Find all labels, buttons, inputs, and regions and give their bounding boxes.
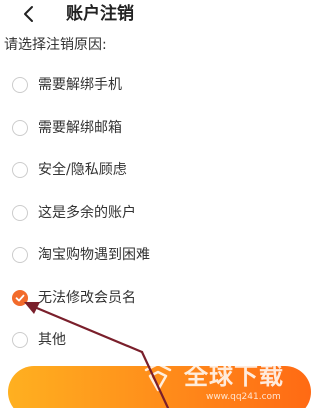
watermark-text: 全球下载 — [184, 362, 284, 390]
radio-unchecked-icon[interactable] — [12, 247, 28, 264]
reason-option-redundant-account[interactable]: 这是多余的账户 — [0, 192, 319, 235]
radio-unchecked-icon[interactable] — [12, 162, 28, 179]
radio-unchecked-icon[interactable] — [12, 204, 28, 221]
account-cancellation-screen: 账户注销 请选择注销原因: 需要解绑手机 需要解绑邮箱 安全/隐私顾虑 这是多余… — [0, 0, 319, 408]
radio-unchecked-icon[interactable] — [12, 77, 28, 94]
reason-prompt: 请选择注销原因: — [4, 37, 107, 53]
reason-label: 其他 — [38, 332, 66, 349]
reason-option-other[interactable]: 其他 — [0, 319, 319, 362]
radio-unchecked-icon[interactable] — [12, 119, 28, 136]
watermark-logo-icon — [144, 362, 172, 392]
reason-label: 安全/隐私顾虑 — [38, 162, 127, 179]
reason-label: 需要解绑邮箱 — [38, 119, 122, 136]
page-title: 账户注销 — [66, 4, 134, 24]
reason-list: 需要解绑手机 需要解绑邮箱 安全/隐私顾虑 这是多余的账户 淘宝购物遇到困难 无… — [0, 64, 319, 362]
reason-option-shopping-difficulty[interactable]: 淘宝购物遇到困难 — [0, 234, 319, 277]
reason-option-privacy[interactable]: 安全/隐私顾虑 — [0, 149, 319, 192]
header: 账户注销 — [0, 0, 319, 30]
reason-label: 淘宝购物遇到困难 — [38, 247, 150, 264]
reason-option-unbind-email[interactable]: 需要解绑邮箱 — [0, 107, 319, 150]
watermark-url: www.qq241.com — [206, 392, 281, 402]
reason-option-unbind-phone[interactable]: 需要解绑手机 — [0, 64, 319, 107]
chevron-left-icon[interactable] — [20, 4, 38, 24]
reason-option-cannot-rename[interactable]: 无法修改会员名 — [0, 277, 319, 320]
reason-label: 这是多余的账户 — [38, 204, 136, 221]
radio-unchecked-icon[interactable] — [12, 332, 28, 349]
radio-checked-icon[interactable] — [12, 289, 28, 306]
reason-label: 需要解绑手机 — [38, 77, 122, 94]
reason-label: 无法修改会员名 — [38, 289, 136, 306]
